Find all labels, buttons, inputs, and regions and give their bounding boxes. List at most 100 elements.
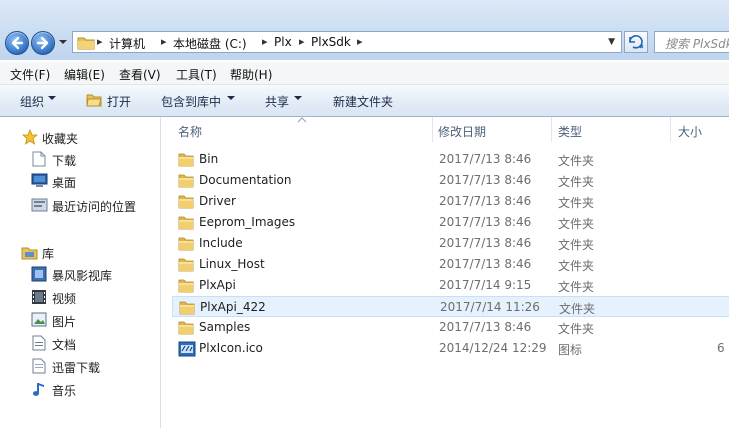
nav-label: 库 <box>42 247 55 261</box>
file-row[interactable]: PlxApi_422 2017/7/14 11:26 文件夹 <box>172 296 729 317</box>
column-divider[interactable] <box>551 117 552 142</box>
nav-desktop[interactable]: 桌面 <box>0 170 160 192</box>
thunder-downloads-icon <box>32 358 46 374</box>
column-header-date[interactable]: 修改日期 <box>438 123 486 140</box>
menu-help[interactable]: 帮助(H) <box>230 66 272 83</box>
arrow-right-icon <box>36 36 49 50</box>
nav-label: 收藏夹 <box>42 132 79 146</box>
search-placeholder[interactable]: 搜索 PlxSdk <box>665 35 729 52</box>
file-size: 6 <box>717 341 725 355</box>
file-row[interactable]: Include 2017/7/13 8:46 文件夹 <box>172 233 729 254</box>
new-folder-button[interactable]: 新建文件夹 <box>333 93 393 110</box>
breadcrumb-plx[interactable]: Plx <box>274 35 292 49</box>
file-row[interactable]: Documentation 2017/7/13 8:46 文件夹 <box>172 170 729 191</box>
file-name: Samples <box>199 320 251 334</box>
command-toolbar: 组织 打开 包含到库中 共享 新建文件夹 <box>0 85 729 117</box>
address-dropdown-icon[interactable]: ▼ <box>608 37 615 47</box>
file-date: 2017/7/13 8:46 <box>439 320 532 334</box>
file-date: 2017/7/14 11:26 <box>440 300 540 314</box>
nav-favorites[interactable]: 收藏夹 <box>0 126 160 148</box>
file-row[interactable]: Driver 2017/7/13 8:46 文件夹 <box>172 191 729 212</box>
share-dropdown-icon[interactable] <box>294 96 302 100</box>
nav-thunder-downloads[interactable]: 迅雷下载 <box>0 355 160 377</box>
organize-dropdown-icon[interactable] <box>48 96 56 100</box>
file-row[interactable]: Eeprom_Images 2017/7/13 8:46 文件夹 <box>172 212 729 233</box>
back-button[interactable] <box>5 31 29 55</box>
forward-button[interactable] <box>31 31 55 55</box>
file-name: Documentation <box>199 173 292 187</box>
nav-pictures[interactable]: 图片 <box>0 309 160 331</box>
refresh-icon <box>629 35 644 49</box>
film-icon <box>32 290 46 304</box>
nav-videos[interactable]: 视频 <box>0 286 160 308</box>
open-button[interactable]: 打开 <box>107 93 131 110</box>
breadcrumb-local-disk[interactable]: 本地磁盘 (C:) <box>173 35 247 52</box>
breadcrumb-separator[interactable]: ▸ <box>97 35 103 48</box>
folder-icon <box>178 195 194 209</box>
file-row[interactable]: Linux_Host 2017/7/13 8:46 文件夹 <box>172 254 729 275</box>
file-type: 文件夹 <box>558 154 595 168</box>
include-dropdown-icon[interactable] <box>227 96 235 100</box>
column-divider[interactable] <box>432 117 433 142</box>
nav-downloads[interactable]: 下载 <box>0 148 160 170</box>
share-button[interactable]: 共享 <box>265 93 289 110</box>
menu-tools[interactable]: 工具(T) <box>176 66 217 83</box>
search-input[interactable]: 搜索 PlxSdk <box>654 31 729 53</box>
breadcrumb-plxsdk[interactable]: PlxSdk <box>311 35 351 49</box>
menu-file[interactable]: 文件(F) <box>10 66 50 83</box>
desktop-icon <box>31 173 48 187</box>
file-type: 文件夹 <box>558 259 595 273</box>
file-type: 文件夹 <box>558 238 595 252</box>
nav-libraries[interactable]: 库 <box>0 241 160 263</box>
documents-icon <box>32 335 46 351</box>
file-name: PlxApi_422 <box>200 300 266 314</box>
folder-icon <box>178 258 194 272</box>
file-row[interactable]: PlxApi 2017/7/14 9:15 文件夹 <box>172 275 729 296</box>
include-in-library-button[interactable]: 包含到库中 <box>161 93 221 110</box>
column-divider[interactable] <box>670 117 671 142</box>
nav-label: 文档 <box>52 338 77 352</box>
breadcrumb-separator[interactable]: ▸ <box>161 35 167 48</box>
column-header-type[interactable]: 类型 <box>558 123 582 140</box>
column-header-size[interactable]: 大小 <box>678 123 702 140</box>
file-name: Linux_Host <box>199 257 265 271</box>
organize-button[interactable]: 组织 <box>20 93 44 110</box>
file-row[interactable]: Bin 2017/7/13 8:46 文件夹 <box>172 149 729 170</box>
plx-icon-file-icon <box>178 341 196 357</box>
nav-music[interactable]: 音乐 <box>0 378 160 400</box>
address-path-box[interactable]: ▸ 计算机 ▸ 本地磁盘 (C:) ▸ Plx ▸ PlxSdk ▸ ▼ <box>72 31 622 53</box>
nav-recent-places[interactable]: 最近访问的位置 <box>0 194 160 216</box>
nav-label: 音乐 <box>52 384 77 398</box>
folder-icon <box>178 279 194 293</box>
open-folder-icon <box>86 94 102 107</box>
menu-edit[interactable]: 编辑(E) <box>64 66 105 83</box>
file-name: Include <box>199 236 243 250</box>
file-list: 名称 修改日期 类型 大小 Bin 2017/7/13 8:46 文件夹 Doc… <box>161 117 729 428</box>
folder-icon <box>178 174 194 188</box>
folder-icon <box>178 237 194 251</box>
address-bar: ▸ 计算机 ▸ 本地磁盘 (C:) ▸ Plx ▸ PlxSdk ▸ ▼ 搜索 … <box>0 0 729 60</box>
file-name: PlxIcon.ico <box>199 341 263 355</box>
refresh-button[interactable] <box>624 31 648 53</box>
nav-videos-library[interactable]: 暴风影视库 <box>0 263 160 285</box>
breadcrumb-separator[interactable]: ▸ <box>357 35 363 48</box>
folder-icon <box>178 216 194 230</box>
breadcrumb-separator[interactable]: ▸ <box>262 35 268 48</box>
file-date: 2017/7/13 8:46 <box>439 152 532 166</box>
nav-label: 图片 <box>52 315 77 329</box>
breadcrumb-separator[interactable]: ▸ <box>299 35 305 48</box>
nav-label: 下载 <box>52 154 77 168</box>
video-library-icon <box>31 266 47 282</box>
nav-label: 桌面 <box>52 176 77 190</box>
column-header-name[interactable]: 名称 <box>178 123 202 140</box>
recent-pages-chevron-icon[interactable] <box>57 33 69 51</box>
breadcrumb-computer[interactable]: 计算机 <box>109 35 145 52</box>
file-row[interactable]: Samples 2017/7/13 8:46 文件夹 <box>172 317 729 338</box>
menu-view[interactable]: 查看(V) <box>119 66 161 83</box>
downloads-folder-icon <box>32 151 46 167</box>
file-row[interactable]: PlxIcon.ico 2014/12/24 12:29 图标 6 <box>172 338 729 359</box>
nav-label: 最近访问的位置 <box>52 200 137 214</box>
nav-documents[interactable]: 文档 <box>0 332 160 354</box>
folder-icon <box>179 301 195 315</box>
file-type: 文件夹 <box>558 196 595 210</box>
